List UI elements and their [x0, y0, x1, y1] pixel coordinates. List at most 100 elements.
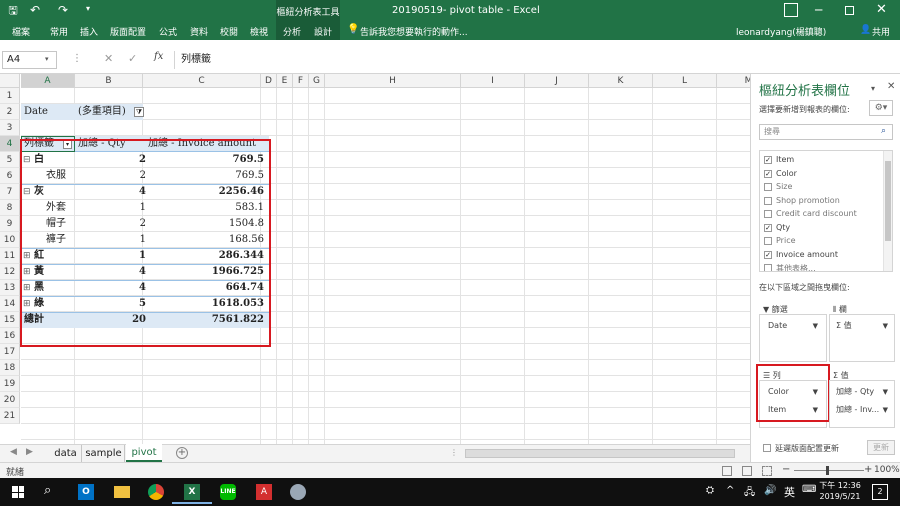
- share-button[interactable]: 共用: [872, 25, 890, 38]
- save-icon[interactable]: 🖫: [6, 4, 20, 18]
- row-header[interactable]: 17: [0, 344, 20, 360]
- search-icon[interactable]: ⌕: [44, 483, 51, 498]
- minimize-icon[interactable]: ─: [815, 3, 822, 17]
- row-header[interactable]: 19: [0, 376, 20, 392]
- column-header[interactable]: H: [325, 74, 461, 88]
- line-icon[interactable]: LINE: [220, 484, 236, 500]
- row-header[interactable]: 16: [0, 328, 20, 344]
- value-item-qty[interactable]: 加總 - Qty ▼: [832, 385, 892, 399]
- filter-dropdown-icon[interactable]: ⧩: [134, 107, 144, 117]
- clock-time[interactable]: 下午 12:36: [818, 480, 862, 491]
- field-item[interactable]: Shop promotion: [764, 196, 840, 205]
- tab-formulas[interactable]: 公式: [159, 25, 177, 38]
- checkbox-checked-icon[interactable]: ✓: [764, 169, 772, 178]
- filter-item-date[interactable]: Date ▼: [764, 319, 822, 333]
- field-item[interactable]: ✓ Invoice amount: [764, 250, 838, 259]
- horizontal-scrollbar[interactable]: [465, 449, 735, 458]
- user-name[interactable]: leonardyang(楊鎮聰): [736, 25, 826, 38]
- zoom-slider-track[interactable]: [794, 470, 864, 471]
- zoom-out-icon[interactable]: −: [782, 464, 790, 475]
- ime-keyboard-icon[interactable]: ⌨: [802, 484, 816, 495]
- people-icon[interactable]: ⛭: [706, 485, 714, 496]
- field-list-scrollbar[interactable]: [883, 151, 892, 271]
- row-header[interactable]: 13: [0, 280, 20, 296]
- column-header[interactable]: M: [717, 74, 750, 88]
- row-header[interactable]: 2: [0, 104, 20, 120]
- next-sheet-icon[interactable]: ▶: [26, 447, 33, 457]
- tell-me-box[interactable]: 告訴我您想要執行的動作...: [360, 25, 468, 38]
- column-header[interactable]: C: [143, 74, 261, 88]
- restore-icon[interactable]: [845, 6, 854, 15]
- update-button[interactable]: 更新: [867, 440, 895, 455]
- acrobat-icon[interactable]: A: [256, 484, 272, 500]
- values-drop-area[interactable]: 加總 - Qty ▼ 加總 - Inv... ▼: [829, 380, 895, 428]
- windows-start-icon[interactable]: [12, 486, 24, 498]
- pane-close-icon[interactable]: ✕: [887, 81, 895, 92]
- row-header[interactable]: 9: [0, 216, 20, 232]
- row-header[interactable]: 10: [0, 232, 20, 248]
- close-icon[interactable]: ✕: [876, 2, 887, 17]
- pane-options-icon[interactable]: ▾: [871, 84, 875, 93]
- cancel-icon[interactable]: ✕: [104, 52, 113, 65]
- column-header[interactable]: A: [21, 74, 75, 88]
- checkbox-checked-icon[interactable]: ✓: [764, 156, 772, 164]
- clock-date[interactable]: 2019/5/21: [818, 492, 862, 501]
- sheet-tab-pivot[interactable]: pivot: [126, 444, 162, 462]
- checkbox-icon[interactable]: [764, 237, 772, 245]
- enter-icon[interactable]: ✓: [128, 52, 137, 65]
- notification-badge[interactable]: 2: [872, 484, 888, 500]
- row-header[interactable]: 5: [0, 152, 20, 168]
- sheet-tab-sample[interactable]: sample: [83, 445, 125, 462]
- system-tray-chevron-icon[interactable]: ^: [726, 485, 734, 496]
- tab-design[interactable]: 設計: [314, 25, 332, 38]
- insert-function-icon[interactable]: fx: [154, 51, 163, 62]
- customize-qat-icon[interactable]: ▾: [86, 4, 90, 13]
- row-header[interactable]: 12: [0, 264, 20, 280]
- zoom-level[interactable]: 100%: [874, 465, 900, 475]
- outlook-icon[interactable]: O: [78, 484, 94, 500]
- row-header[interactable]: 8: [0, 200, 20, 216]
- ribbon-display-icon[interactable]: [784, 3, 798, 17]
- defer-update-checkbox[interactable]: [763, 444, 771, 452]
- row-header[interactable]: 7: [0, 184, 20, 200]
- row-header[interactable]: 14: [0, 296, 20, 312]
- value-item-invoice[interactable]: 加總 - Inv... ▼: [832, 403, 892, 417]
- page-break-view-icon[interactable]: [762, 466, 772, 476]
- row-header[interactable]: 3: [0, 120, 20, 136]
- checkbox-icon[interactable]: [764, 196, 772, 205]
- checkbox-icon[interactable]: [764, 210, 772, 218]
- zoom-in-icon[interactable]: +: [864, 464, 872, 475]
- field-item[interactable]: ✓ Color: [764, 169, 797, 178]
- field-list-scroll-thumb[interactable]: [885, 161, 891, 241]
- row-header[interactable]: 21: [0, 408, 20, 424]
- column-header[interactable]: J: [525, 74, 589, 88]
- undo-icon[interactable]: ↶: [30, 3, 40, 17]
- checkbox-checked-icon[interactable]: ✓: [764, 223, 772, 232]
- formula-input[interactable]: 列標籤: [174, 51, 750, 69]
- file-explorer-icon[interactable]: [114, 486, 130, 498]
- tab-view[interactable]: 檢視: [250, 25, 268, 38]
- checkbox-checked-icon[interactable]: ✓: [764, 250, 772, 259]
- checkbox-icon[interactable]: [764, 264, 772, 271]
- field-item[interactable]: Size: [764, 182, 792, 191]
- tools-gear-icon[interactable]: ⚙▾: [869, 100, 893, 116]
- field-item[interactable]: ✓ Qty: [764, 223, 790, 232]
- column-header[interactable]: B: [75, 74, 143, 88]
- tab-file[interactable]: 檔案: [12, 25, 30, 38]
- columns-drop-area[interactable]: Σ 值 ▼: [829, 314, 895, 362]
- chrome-icon[interactable]: [148, 484, 164, 500]
- checkbox-icon[interactable]: [764, 183, 772, 191]
- column-header[interactable]: D: [261, 74, 277, 88]
- page-layout-view-icon[interactable]: [742, 466, 752, 476]
- excel-icon[interactable]: X: [184, 484, 200, 500]
- tab-analyze[interactable]: 分析: [283, 25, 301, 38]
- app-icon[interactable]: [290, 484, 306, 500]
- column-item-values[interactable]: Σ 值 ▼: [832, 319, 892, 333]
- tab-insert[interactable]: 插入: [80, 25, 98, 38]
- field-search-input[interactable]: 搜尋: [759, 124, 893, 140]
- row-header[interactable]: 20: [0, 392, 20, 408]
- row-header[interactable]: 15: [0, 312, 20, 328]
- tab-home[interactable]: 常用: [50, 25, 68, 38]
- tab-page-layout[interactable]: 版面配置: [110, 25, 146, 38]
- column-header[interactable]: L: [653, 74, 717, 88]
